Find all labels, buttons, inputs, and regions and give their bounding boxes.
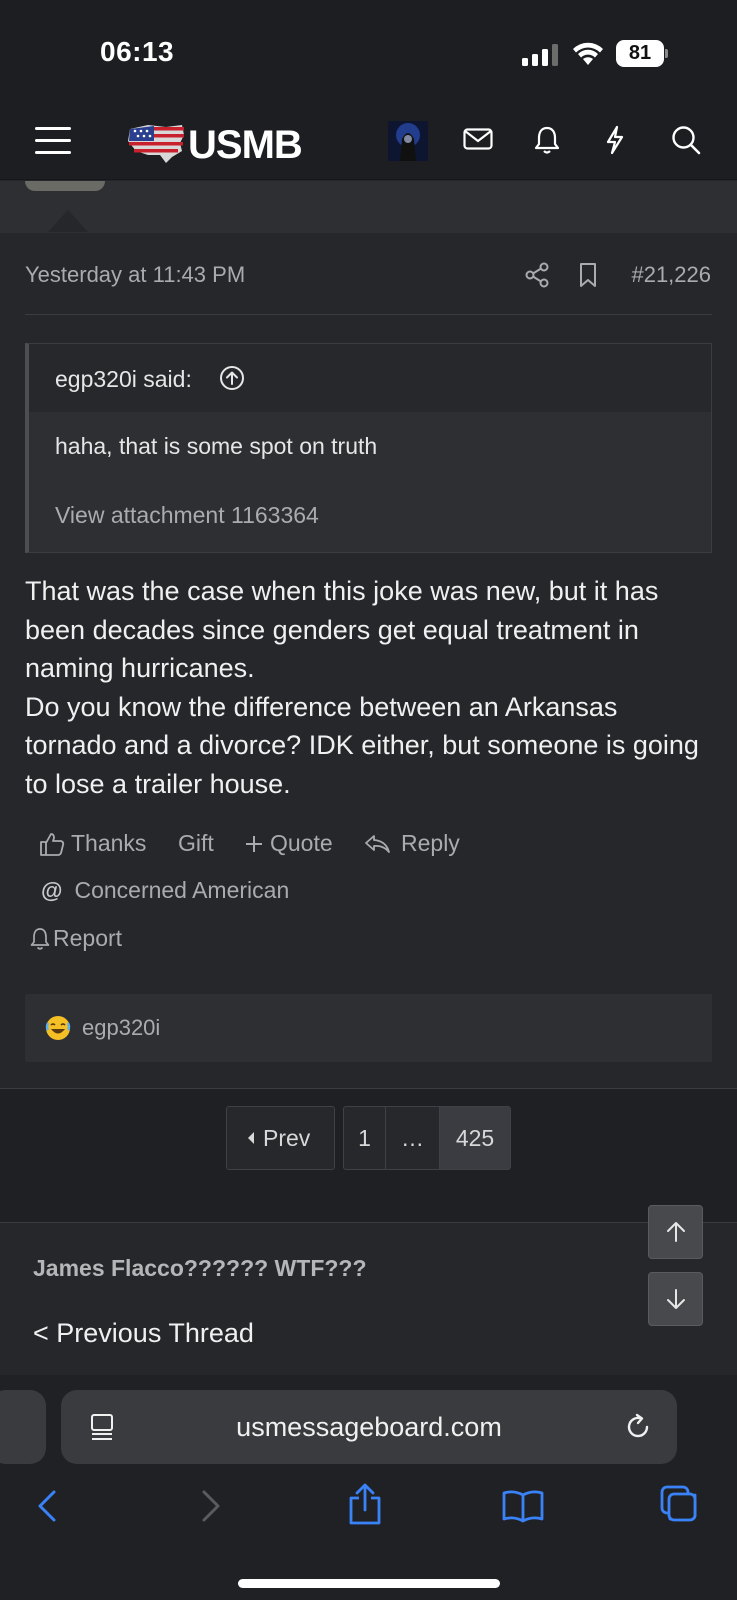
avatar[interactable] bbox=[388, 121, 428, 161]
page-list: 1 … 425 bbox=[343, 1106, 511, 1170]
wifi-icon bbox=[573, 42, 603, 65]
quote-header: egp320i said: bbox=[29, 344, 711, 412]
arrow-up-circle-icon[interactable] bbox=[219, 365, 245, 391]
battery-level: 81 bbox=[628, 42, 652, 64]
bell-icon bbox=[30, 927, 50, 950]
scroll-bottom-button[interactable] bbox=[648, 1272, 703, 1326]
tabs-icon[interactable] bbox=[660, 1485, 698, 1523]
site-header: USMB bbox=[0, 105, 737, 180]
lightning-icon[interactable] bbox=[604, 125, 626, 155]
bell-icon[interactable] bbox=[533, 125, 561, 155]
battery-icon: 81 bbox=[616, 40, 668, 67]
page-link[interactable]: 1 bbox=[344, 1107, 386, 1169]
prev-page-button[interactable]: Prev bbox=[226, 1106, 335, 1170]
pagination-area: Prev 1 … 425 bbox=[0, 1089, 737, 1222]
post-timestamp[interactable]: Yesterday at 11:43 PM bbox=[25, 262, 245, 288]
share-icon[interactable] bbox=[525, 262, 549, 288]
bookmark-icon[interactable] bbox=[578, 262, 598, 288]
address-bar[interactable]: usmessageboard.com bbox=[61, 1390, 677, 1464]
back-icon[interactable] bbox=[36, 1489, 58, 1523]
attachment-link[interactable]: View attachment 1163364 bbox=[55, 502, 319, 529]
at-icon: @ bbox=[41, 877, 63, 903]
caret-left-icon bbox=[248, 1132, 254, 1144]
reactions-bar[interactable]: egp320i bbox=[25, 994, 712, 1062]
page-ellipsis[interactable]: … bbox=[386, 1107, 440, 1169]
post-number[interactable]: #21,226 bbox=[631, 262, 711, 288]
previous-post-footer bbox=[0, 181, 737, 233]
reply-icon bbox=[365, 834, 390, 853]
bookmarks-icon[interactable] bbox=[502, 1489, 544, 1523]
quote-label: Quote bbox=[270, 830, 333, 856]
menu-icon[interactable] bbox=[35, 126, 71, 156]
url-text: usmessageboard.com bbox=[236, 1412, 502, 1442]
previous-thread-link[interactable]: < Previous Thread bbox=[33, 1318, 254, 1349]
logo-text: USMB bbox=[188, 123, 303, 167]
mail-icon[interactable] bbox=[463, 125, 493, 153]
thread-navigation: James Flacco?????? WTF??? < Previous Thr… bbox=[0, 1222, 737, 1375]
plus-icon bbox=[246, 835, 262, 852]
previous-tab[interactable] bbox=[0, 1390, 46, 1464]
browser-chrome: usmessageboard.com bbox=[0, 1375, 737, 1600]
arrow-up-icon bbox=[666, 1222, 685, 1242]
forward-icon[interactable] bbox=[200, 1489, 222, 1523]
gift-label: Gift bbox=[178, 830, 214, 856]
home-indicator[interactable] bbox=[238, 1579, 500, 1588]
quote-author[interactable]: egp320i said: bbox=[55, 366, 192, 393]
arrow-down-icon bbox=[666, 1289, 685, 1309]
signal-icon bbox=[522, 44, 558, 66]
thumbs-up-icon bbox=[40, 832, 65, 856]
reply-label: Reply bbox=[401, 830, 460, 856]
quote-button[interactable]: Quote bbox=[244, 830, 333, 857]
post-body: That was the case when this joke was new… bbox=[25, 572, 715, 803]
prev-label: Prev bbox=[263, 1124, 311, 1151]
thanks-button[interactable]: Thanks bbox=[39, 830, 146, 857]
reload-icon[interactable] bbox=[623, 1412, 653, 1442]
search-icon[interactable] bbox=[671, 125, 701, 155]
share-icon[interactable] bbox=[348, 1483, 382, 1525]
post-paragraph: That was the case when this joke was new… bbox=[25, 576, 659, 683]
page-current[interactable]: 425 bbox=[440, 1107, 510, 1169]
laughing-emoji-icon bbox=[45, 1016, 71, 1040]
status-bar: 06:13 81 bbox=[0, 0, 737, 105]
divider bbox=[25, 314, 712, 315]
quote-text: haha, that is some spot on truth bbox=[55, 433, 378, 459]
report-label: Report bbox=[53, 925, 123, 951]
reaction-user[interactable]: egp320i bbox=[82, 1015, 160, 1041]
usa-map-logo-icon bbox=[128, 125, 184, 163]
thread-title[interactable]: James Flacco?????? WTF??? bbox=[33, 1255, 367, 1282]
status-time: 06:13 bbox=[100, 36, 175, 67]
report-button[interactable]: Report bbox=[29, 925, 122, 952]
quote-block: egp320i said: haha, that is some spot on… bbox=[25, 343, 712, 553]
mention-label: Concerned American bbox=[74, 877, 290, 903]
reply-button[interactable]: Reply bbox=[363, 830, 460, 857]
thanks-label: Thanks bbox=[71, 830, 147, 856]
gift-button[interactable]: Gift bbox=[178, 830, 214, 857]
post-pointer bbox=[48, 210, 88, 232]
mention-button[interactable]: @ Concerned American bbox=[41, 877, 289, 904]
scroll-top-button[interactable] bbox=[648, 1205, 703, 1259]
post-paragraph: Do you know the difference between an Ar… bbox=[25, 691, 699, 799]
previous-post-avatar bbox=[25, 181, 105, 191]
